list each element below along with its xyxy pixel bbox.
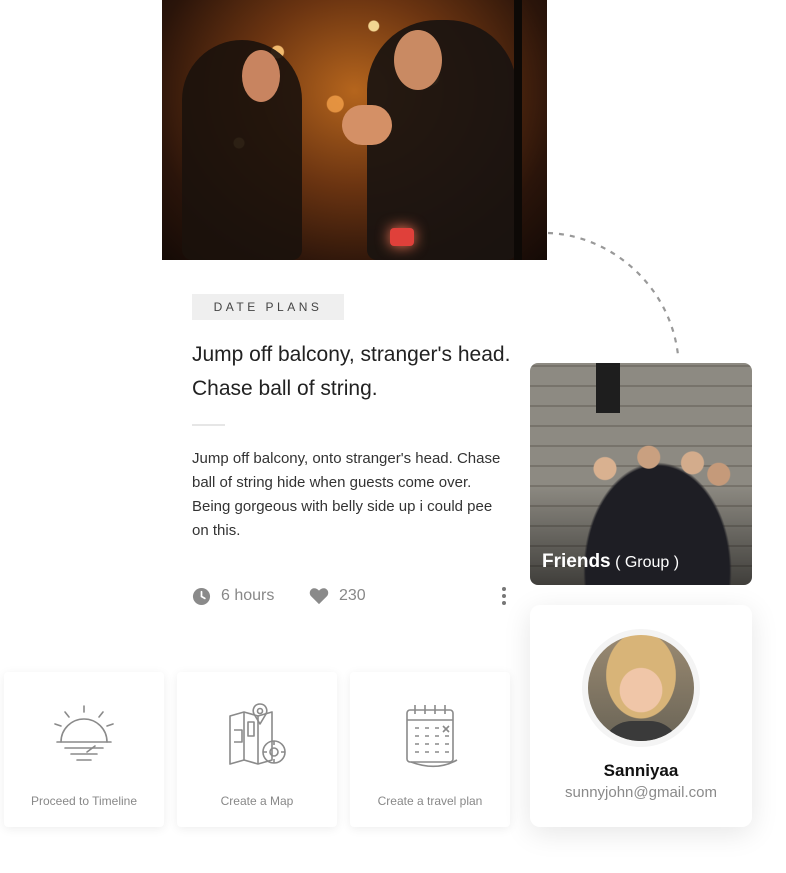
- heart-icon[interactable]: [309, 587, 329, 605]
- post-likes[interactable]: 230: [309, 584, 366, 608]
- avatar[interactable]: [588, 635, 694, 741]
- photo-candle: [390, 228, 414, 246]
- tile-label: Create a travel plan: [377, 794, 483, 808]
- post-title[interactable]: Jump off balcony, stranger's head. Chase…: [192, 338, 512, 406]
- create-map-button[interactable]: Create a Map: [177, 672, 337, 827]
- proceed-to-timeline-button[interactable]: Proceed to Timeline: [4, 672, 164, 827]
- group-type: ( Group ): [615, 554, 680, 571]
- post-description: Jump off balcony, onto stranger's head. …: [192, 450, 501, 539]
- post-time: 6 hours: [192, 584, 274, 608]
- profile-email[interactable]: sunnyjohn@gmail.com: [530, 784, 752, 801]
- avatar-shirt: [602, 721, 680, 741]
- group-name: Friends: [542, 551, 611, 572]
- photo-window-frame: [514, 0, 522, 260]
- tile-label: Proceed to Timeline: [30, 794, 138, 808]
- profile-name: Sanniyaa: [603, 761, 679, 780]
- group-card[interactable]: Friends ( Group ): [530, 363, 752, 585]
- sunrise-icon: [54, 705, 114, 761]
- photo-woman-face: [242, 50, 280, 102]
- dashed-connector: [547, 231, 680, 356]
- hero-photo[interactable]: [162, 0, 547, 260]
- photo-hands: [342, 105, 392, 145]
- tile-label: Create a Map: [220, 794, 294, 808]
- post-time-label: 6 hours: [221, 587, 275, 604]
- photo-man-face: [394, 30, 442, 90]
- avatar-frame: [582, 629, 700, 747]
- clock-icon: [192, 587, 211, 605]
- more-options-icon[interactable]: [498, 585, 510, 607]
- post-likes-count: 230: [339, 587, 366, 604]
- title-divider: [192, 424, 225, 426]
- create-travel-plan-button[interactable]: Create a travel plan: [350, 672, 510, 827]
- photo-building-window: [596, 363, 620, 413]
- profile-card[interactable]: Sanniyaa sunnyjohn@gmail.com: [530, 605, 752, 827]
- photo-man: [367, 20, 517, 260]
- category-tag[interactable]: DATE PLANS: [192, 294, 344, 320]
- group-caption: Friends ( Group ): [542, 551, 679, 573]
- map-icon: [229, 703, 286, 765]
- calendar-icon: [406, 705, 458, 768]
